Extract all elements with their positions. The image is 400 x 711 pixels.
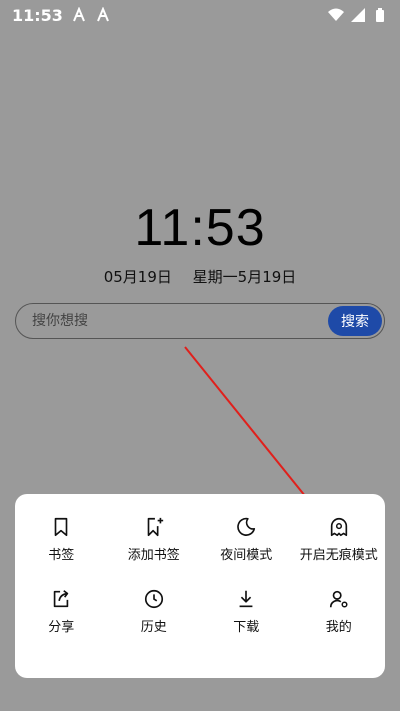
menu-item-incognito[interactable]: 开启无痕模式	[293, 516, 386, 586]
battery-icon	[376, 8, 384, 22]
bookmark-icon	[54, 517, 68, 537]
download-icon	[239, 590, 253, 608]
user-settings-icon	[329, 590, 348, 608]
lunar-date-text: 星期一5月19日	[192, 268, 297, 286]
date-row: 05月19日 星期一5月19日	[0, 266, 400, 287]
menu-item-label: 分享	[48, 620, 75, 635]
menu-item-night-mode[interactable]: 夜间模式	[200, 516, 293, 586]
menu-panel: 书签 添加书签 夜间模式 开启无痕模式 分享 历史 下载 我的	[15, 494, 385, 678]
menu-item-label: 添加书签	[127, 548, 180, 563]
menu-item-downloads[interactable]: 下载	[200, 588, 293, 658]
menu-item-profile[interactable]: 我的	[293, 588, 386, 658]
menu-item-bookmarks[interactable]: 书签	[15, 516, 108, 586]
clock-time: 11:53	[134, 199, 266, 257]
search-box[interactable]: 搜索	[15, 303, 385, 339]
a-app-icon	[97, 7, 109, 22]
menu-item-label: 下载	[233, 620, 260, 635]
search-button[interactable]: 搜索	[328, 306, 382, 336]
menu-item-history[interactable]: 历史	[108, 588, 201, 658]
status-bar: 11:53	[0, 0, 400, 30]
status-right	[328, 7, 388, 23]
status-time: 11:53	[12, 5, 63, 25]
menu-item-label: 夜间模式	[220, 548, 273, 563]
share-icon	[54, 590, 69, 608]
moon-icon	[237, 517, 256, 536]
menu-item-label: 历史	[140, 620, 167, 635]
date-text: 05月19日	[103, 268, 172, 286]
menu-item-add-bookmark[interactable]: 添加书签	[108, 516, 201, 586]
a-app-icon	[73, 7, 85, 22]
menu-item-label: 我的	[325, 620, 352, 635]
incognito-icon	[330, 517, 347, 537]
wifi-icon	[328, 8, 344, 21]
menu-item-share[interactable]: 分享	[15, 588, 108, 658]
search-input[interactable]	[30, 312, 314, 330]
add-bookmark-icon	[147, 517, 163, 537]
status-left: 11:53	[12, 6, 111, 25]
signal-icon	[351, 8, 365, 22]
menu-item-label: 书签	[48, 548, 75, 563]
history-icon	[144, 589, 163, 609]
menu-item-label: 开启无痕模式	[299, 548, 378, 563]
